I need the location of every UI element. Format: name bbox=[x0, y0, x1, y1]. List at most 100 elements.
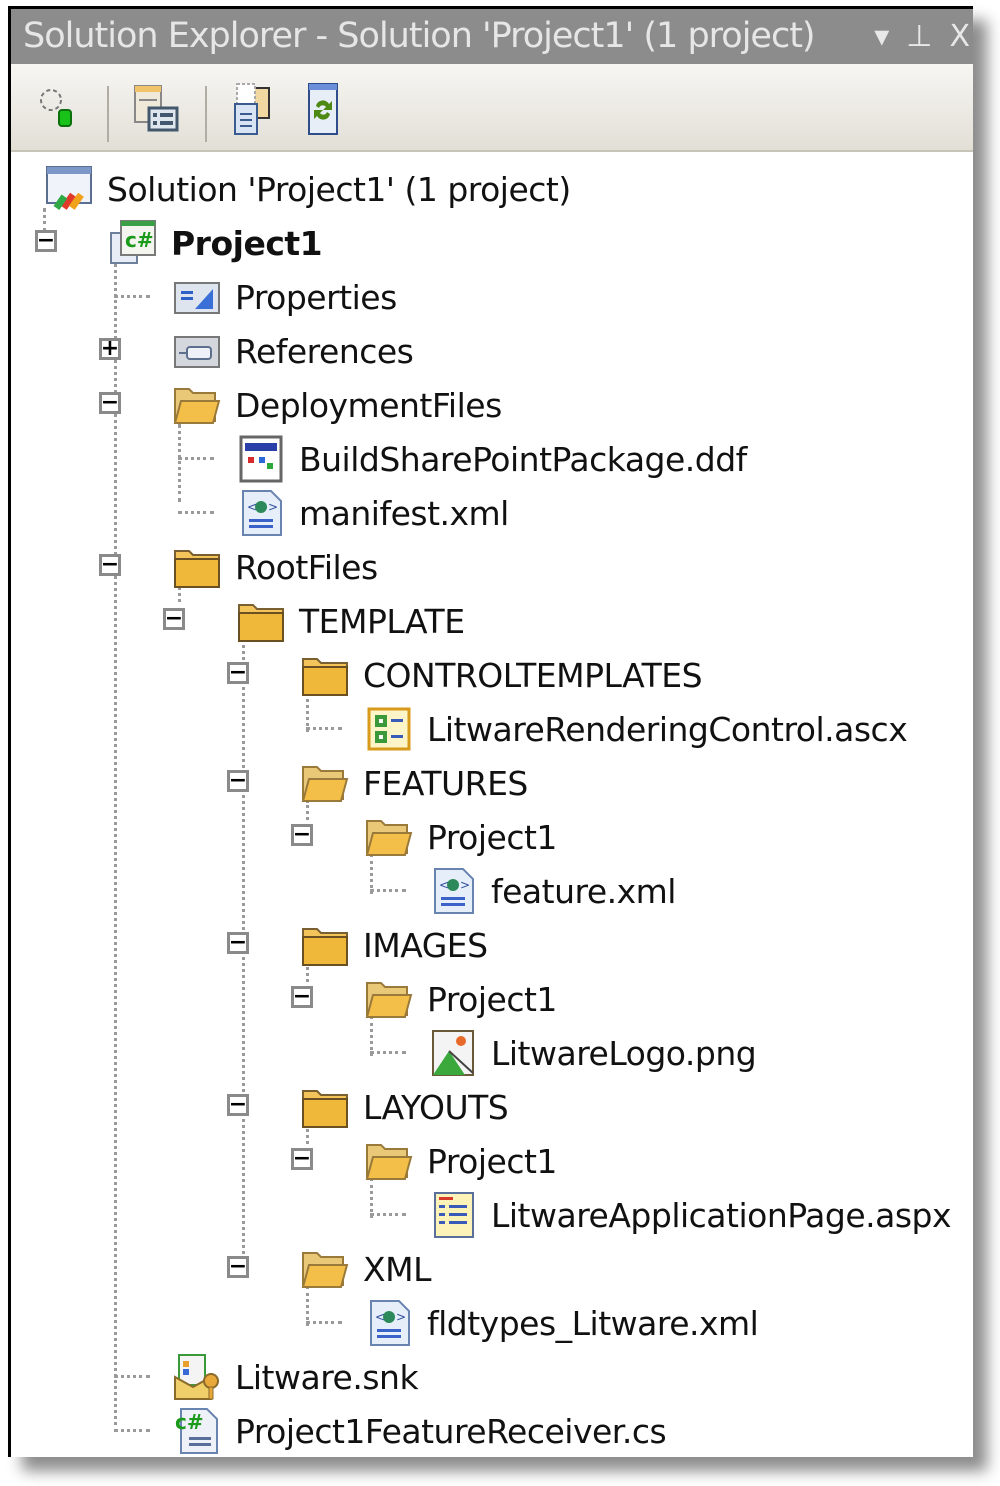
tree-item-label: XML bbox=[363, 1249, 431, 1289]
auto-hide-pin-icon[interactable]: ⊥ bbox=[906, 9, 932, 64]
tree-connector bbox=[370, 1051, 406, 1054]
tree-item-label: DeploymentFiles bbox=[235, 385, 502, 425]
collapse-xml-toggle[interactable]: − bbox=[227, 1256, 249, 1278]
tree-item-manifest-xml[interactable]: < > manifest.xml bbox=[237, 486, 509, 540]
tree-item-xml-folder[interactable]: XML bbox=[301, 1242, 431, 1296]
tree-item-images[interactable]: IMAGES bbox=[301, 918, 488, 972]
tree-connector bbox=[370, 1213, 406, 1216]
tree-item-features[interactable]: FEATURES bbox=[301, 756, 528, 810]
tree-item-label: Project1 bbox=[427, 817, 557, 857]
close-icon[interactable]: X bbox=[949, 9, 970, 64]
tree-item-project1[interactable]: c# Project1 bbox=[109, 216, 323, 270]
collapse-images-project1-toggle[interactable]: − bbox=[291, 986, 313, 1008]
show-all-files-button[interactable] bbox=[131, 82, 185, 136]
toolbar-separator bbox=[205, 86, 207, 142]
folder-icon bbox=[302, 658, 348, 696]
collapse-features-toggle[interactable]: − bbox=[227, 770, 249, 792]
toolbar-separator bbox=[107, 86, 109, 142]
window-title: Solution Explorer - Solution 'Project1' … bbox=[23, 16, 816, 56]
svg-text:>: > bbox=[460, 878, 470, 892]
tree-connector bbox=[178, 424, 181, 502]
folder-icon bbox=[302, 1090, 348, 1128]
tree-item-label: FEATURES bbox=[363, 763, 528, 803]
tree-item-litware-snk[interactable]: Litware.snk bbox=[173, 1350, 419, 1404]
svg-text:<: < bbox=[439, 878, 449, 892]
tree-item-label: IMAGES bbox=[363, 925, 488, 965]
solution-explorer-panel: Solution Explorer - Solution 'Project1' … bbox=[8, 6, 973, 1457]
tree-item-label: feature.xml bbox=[491, 871, 676, 911]
tree-item-label: RootFiles bbox=[235, 547, 378, 587]
tree-item-feature-xml[interactable]: < > feature.xml bbox=[429, 864, 676, 918]
open-folder-icon bbox=[365, 820, 413, 856]
tree-item-label: TEMPLATE bbox=[299, 601, 465, 641]
show-all-files-icon bbox=[134, 85, 179, 132]
collapse-layouts-project1-toggle[interactable]: − bbox=[291, 1148, 313, 1170]
tree-item-label: LAYOUTS bbox=[363, 1087, 509, 1127]
open-folder-icon bbox=[173, 388, 221, 424]
tree-connector bbox=[178, 457, 214, 460]
window-position-dropdown-icon[interactable]: ▾ bbox=[874, 9, 889, 64]
toolbar bbox=[11, 64, 973, 152]
tree-item-features-project1[interactable]: Project1 bbox=[365, 810, 557, 864]
tree-item-solution[interactable]: Solution 'Project1' (1 project) bbox=[45, 162, 571, 216]
svg-text:c#: c# bbox=[125, 228, 154, 252]
tree-connector bbox=[242, 638, 245, 1272]
tree-item-litwarelogo[interactable]: LitwareLogo.png bbox=[429, 1026, 757, 1080]
collapse-controltemplates-toggle[interactable]: − bbox=[227, 662, 249, 684]
tree-item-litwarerenderingcontrol[interactable]: LitwareRenderingControl.ascx bbox=[365, 702, 908, 756]
copy-icon bbox=[234, 83, 270, 135]
tree-connector bbox=[114, 257, 117, 1432]
copy-website-button[interactable] bbox=[231, 82, 285, 136]
tree-item-fldtypes-litware[interactable]: < > fldtypes_Litware.xml bbox=[365, 1296, 759, 1350]
collapse-layouts-toggle[interactable]: − bbox=[227, 1094, 249, 1116]
user-control-file-icon bbox=[367, 707, 411, 751]
tree-item-label: LitwareRenderingControl.ascx bbox=[427, 709, 908, 749]
tree-item-properties[interactable]: Properties bbox=[173, 270, 397, 324]
tree-item-rootfiles[interactable]: RootFiles bbox=[173, 540, 378, 594]
tree-item-featurereceiver-cs[interactable]: c# Project1FeatureReceiver.cs bbox=[173, 1404, 667, 1457]
image-file-icon bbox=[432, 1030, 474, 1076]
tree-item-buildsharepointpackage[interactable]: BuildSharePointPackage.ddf bbox=[237, 432, 747, 486]
open-folder-icon bbox=[365, 982, 413, 1018]
ddf-file-icon bbox=[239, 435, 283, 483]
title-bar: Solution Explorer - Solution 'Project1' … bbox=[11, 9, 973, 64]
tree-item-layouts-project1[interactable]: Project1 bbox=[365, 1134, 557, 1188]
solution-icon bbox=[46, 166, 92, 211]
tree-item-label: Solution 'Project1' (1 project) bbox=[107, 169, 571, 209]
xml-file-icon: < > bbox=[242, 490, 282, 536]
folder-icon bbox=[302, 928, 348, 966]
folder-icon bbox=[174, 550, 220, 588]
tree-item-label: LitwareApplicationPage.aspx bbox=[491, 1195, 952, 1235]
collapse-template-toggle[interactable]: − bbox=[163, 608, 185, 630]
svg-text:>: > bbox=[396, 1310, 406, 1324]
tree-item-layouts[interactable]: LAYOUTS bbox=[301, 1080, 509, 1134]
collapse-rootfiles-toggle[interactable]: − bbox=[99, 554, 121, 576]
collapse-project-toggle[interactable]: − bbox=[35, 230, 57, 252]
properties-icon bbox=[40, 89, 72, 127]
tree-item-label: Project1 bbox=[427, 1141, 557, 1181]
tree-item-label: Litware.snk bbox=[235, 1357, 419, 1397]
collapse-deploymentfiles-toggle[interactable]: − bbox=[99, 392, 121, 414]
expand-references-toggle[interactable]: + bbox=[99, 338, 121, 360]
open-folder-icon bbox=[301, 1252, 349, 1288]
tree-connector bbox=[114, 295, 150, 298]
tree-connector bbox=[370, 889, 406, 892]
tree-item-template[interactable]: TEMPLATE bbox=[237, 594, 465, 648]
tree-item-deploymentfiles[interactable]: DeploymentFiles bbox=[173, 378, 502, 432]
collapse-images-toggle[interactable]: − bbox=[227, 932, 249, 954]
svg-text:>: > bbox=[268, 500, 278, 514]
tree-item-references[interactable]: References bbox=[173, 324, 414, 378]
refresh-icon bbox=[308, 83, 338, 135]
tree-item-label: CONTROLTEMPLATES bbox=[363, 655, 703, 695]
tree-item-controltemplates[interactable]: CONTROLTEMPLATES bbox=[301, 648, 703, 702]
svg-text:<: < bbox=[375, 1310, 385, 1324]
open-folder-icon bbox=[365, 1144, 413, 1180]
collapse-features-project1-toggle[interactable]: − bbox=[291, 824, 313, 846]
tree-item-images-project1[interactable]: Project1 bbox=[365, 972, 557, 1026]
tree-item-label: LitwareLogo.png bbox=[491, 1033, 757, 1073]
aspx-file-icon bbox=[434, 1192, 474, 1238]
tree-item-litwareapplicationpage[interactable]: LitwareApplicationPage.aspx bbox=[429, 1188, 952, 1242]
tree-item-label: BuildSharePointPackage.ddf bbox=[299, 439, 747, 479]
refresh-button[interactable] bbox=[305, 82, 359, 136]
properties-button[interactable] bbox=[33, 82, 87, 136]
